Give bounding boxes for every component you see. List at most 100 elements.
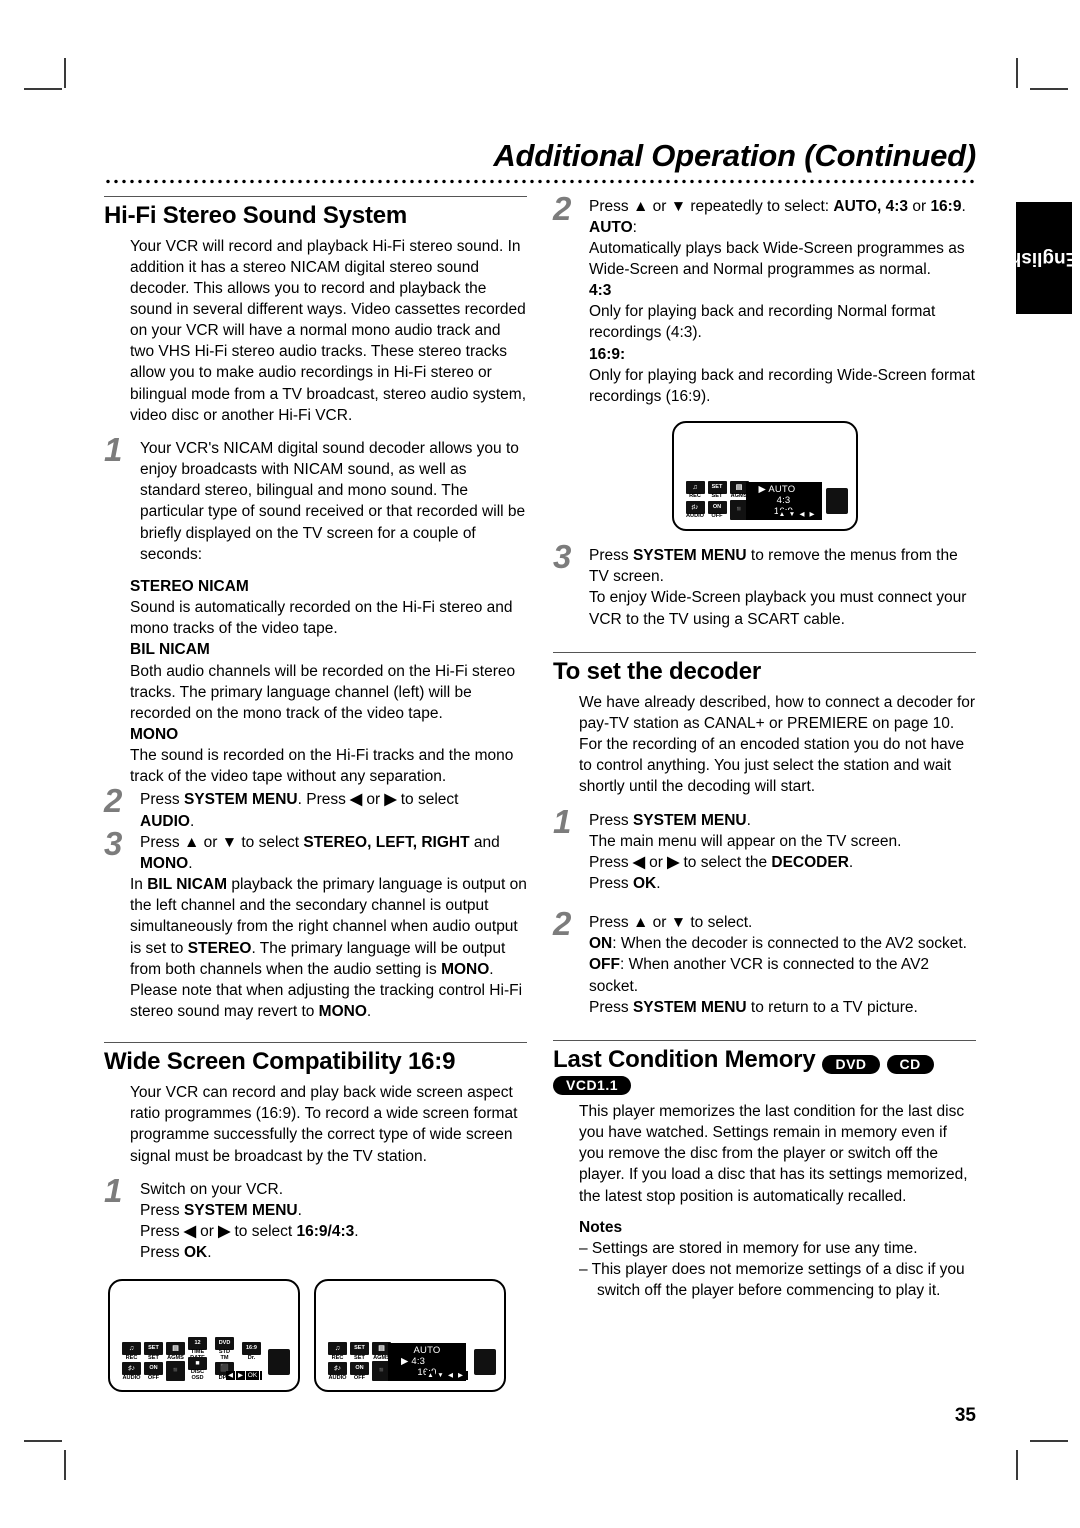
osd-overlay: ♫ REC SET SET ▤ AGMS ♯♪ AUDIO ON OFF ◾ ▶ AUTO… [684, 472, 848, 521]
right-arrow-icon: ▶ [667, 853, 680, 871]
stereo-left-right-keys: STEREO, LEFT, RIGHT [303, 833, 470, 851]
step-text: . [189, 812, 195, 830]
bil-nicam-playback-paragraph: In BIL NICAM playback the primary langua… [104, 874, 527, 980]
ratio-43-description: Only for playing back and recording Norm… [589, 303, 936, 342]
step-text: To enjoy Wide-Screen playback you must c… [589, 589, 967, 628]
left-arrow-icon: ◀ [183, 1223, 196, 1241]
step-text: to select [237, 833, 304, 851]
up-arrow-key: ▲ [777, 510, 787, 520]
mono-emphasis: MONO [441, 960, 490, 978]
step-text: . Press [297, 791, 351, 809]
wide-screen-intro-paragraph: Your VCR can record and play back wide s… [130, 1084, 518, 1165]
step-text: Press [140, 1223, 184, 1241]
on-off-icon: ON OFF [707, 500, 727, 520]
step-text: or [195, 1223, 219, 1241]
subheading-mono: MONO [130, 725, 179, 743]
right-arrow-key: ▶ [807, 510, 817, 520]
subheading-stereo-nicam: STEREO NICAM [130, 577, 249, 595]
osd-overlay: ♫ REC SET SET ▤ AGMS ♯♪ AUDIO ON OFF ◾ AUTO ▶… [326, 1333, 496, 1382]
step-number: 2 [104, 782, 123, 820]
tv-screen-illustration-43-selected: ♫ REC SET SET ▤ AGMS ♯♪ AUDIO ON OFF ◾ AUTO ▶… [314, 1279, 506, 1393]
note-item: – This player does not memorize settings… [579, 1260, 965, 1299]
bar-key [817, 510, 820, 520]
step-text: or [362, 791, 385, 809]
decoder-key: DECODER [771, 853, 849, 871]
system-menu-key: SYSTEM MENU [632, 811, 747, 829]
disc-osd-icon: ■ DISC OSD [188, 1356, 207, 1382]
note-item: – Settings are stored in memory for use … [579, 1239, 918, 1257]
step-text: Press [589, 811, 633, 829]
crop-mark-bottom-right-h [1030, 1440, 1068, 1442]
step-text: . [848, 853, 854, 871]
decoder-step-2: 2 Press ▲ or ▼ to select. ON: When the d… [553, 907, 976, 1018]
menu-option-43: 4:3 [776, 494, 791, 506]
subheading-bil-nicam: BIL NICAM [130, 641, 210, 659]
system-menu-key: SYSTEM MENU [632, 547, 747, 565]
down-arrow-key: ▼ [787, 510, 797, 520]
badge-cd: CD [886, 1054, 934, 1074]
on-off-icon: ON OFF [144, 1362, 163, 1381]
left-column: Hi-Fi Stereo Sound System Your VCR will … [104, 195, 527, 1393]
step-text: Press [140, 1244, 184, 1262]
set-icon: SET SET [350, 1342, 369, 1361]
step-text: . [207, 1244, 212, 1262]
wide-screen-step-3: 3 Press SYSTEM MENU to remove the menus … [553, 540, 976, 630]
osd-icon-row-top: ♫ REC SET SET ▤ AGMS [328, 1342, 391, 1361]
cassette-indicator-icon [825, 488, 848, 515]
wide-screen-step-1: 1 Switch on your VCR. Press SYSTEM MENU.… [104, 1174, 527, 1264]
mono-text: The sound is recorded on the Hi-Fi track… [130, 747, 514, 786]
right-arrow-key: ▶ [456, 1371, 465, 1381]
step-text: to return to a TV picture. [746, 998, 918, 1016]
hifi-step-3: 3 Press ▲ or ▼ to select STEREO, LEFT, R… [104, 827, 527, 874]
paragraph-text: In [130, 876, 148, 894]
step-number: 1 [553, 802, 572, 840]
system-menu-key: SYSTEM MENU [183, 1201, 298, 1219]
language-tab: English [1010, 202, 1078, 314]
down-arrow-key: ▼ [436, 1371, 445, 1381]
hifi-step-2: 2 Press SYSTEM MENU. Press ◀ or ▶ to sel… [104, 784, 527, 831]
decoder-icon: 16:9 Dr. [242, 1342, 261, 1361]
step-text: Press [589, 874, 633, 892]
tv-illustration-wrap: ♫ REC SET SET ▤ AGMS ♯♪ AUDIO ON OFF ◾ ▶ AUTO… [553, 421, 976, 532]
step-text: to select [230, 1223, 297, 1241]
osd-nav-keys: ▲ ▼ ◀ ▶ [426, 1371, 468, 1381]
step-text: repeatedly to select: [686, 197, 834, 215]
step-text: to select [396, 791, 459, 809]
step-text: Your VCR's NICAM digital sound decoder a… [140, 439, 526, 563]
step-text: or [908, 197, 931, 215]
content-columns: Hi-Fi Stereo Sound System Your VCR will … [104, 192, 976, 1393]
step-number: 2 [553, 905, 572, 943]
osd-icon-row-bottom: ♯♪ AUDIO ON OFF ◾ ■ DISC OSD ⬛ DPR [122, 1356, 234, 1382]
left-arrow-key: ◀ [446, 1371, 455, 1381]
right-arrow-icon: ▶ [218, 1223, 231, 1241]
tv-screen-illustration-auto-selected: ♫ REC SET SET ▤ AGMS ♯♪ AUDIO ON OFF ◾ ▶ AUTO… [671, 421, 858, 532]
osd-nav-keys: ◀ ▶ OK [226, 1371, 262, 1381]
step-text: : When another VCR is connected to the A… [589, 956, 930, 995]
audio-icon: ♯♪ AUDIO [122, 1362, 141, 1381]
up-arrow-icon: ▲ [183, 833, 200, 851]
osd-icon-row-bottom: ♯♪ AUDIO ON OFF ◾ [328, 1360, 391, 1382]
left-arrow-key: ◀ [797, 510, 807, 520]
down-arrow-icon: ▼ [221, 833, 238, 851]
bar-key [260, 1371, 262, 1381]
decoder-label: Dr. [805, 488, 814, 495]
up-arrow-icon: ▲ [632, 914, 649, 932]
step-text: Press [589, 914, 633, 932]
audio-icon: ♯♪ AUDIO [328, 1362, 347, 1381]
ok-key: OK [183, 1244, 208, 1262]
step-text: : [632, 218, 637, 236]
audio-icon: ♯♪ AUDIO [685, 500, 705, 520]
down-arrow-icon: ▼ [670, 197, 687, 215]
step-text: or [648, 197, 671, 215]
step-text: or [644, 853, 668, 871]
crop-mark-top-left-h [24, 88, 62, 90]
step-text: . [746, 811, 751, 829]
step-text: to select the [679, 853, 772, 871]
tracking-note-paragraph: Please note that when adjusting the trac… [104, 980, 527, 1022]
step-text: Press [140, 791, 184, 809]
memory-body-paragraph: This player memorizes the last condition… [579, 1102, 968, 1205]
tv-screen-illustration-menu: ♫REC SETSET ▤AGMS 12TIME DATE DVDSTD TM … [108, 1279, 300, 1393]
step-text: Press [589, 547, 633, 565]
menu-option-43-selected: ▶ 4:3 [401, 1356, 426, 1368]
page-number: 35 [954, 1405, 976, 1426]
